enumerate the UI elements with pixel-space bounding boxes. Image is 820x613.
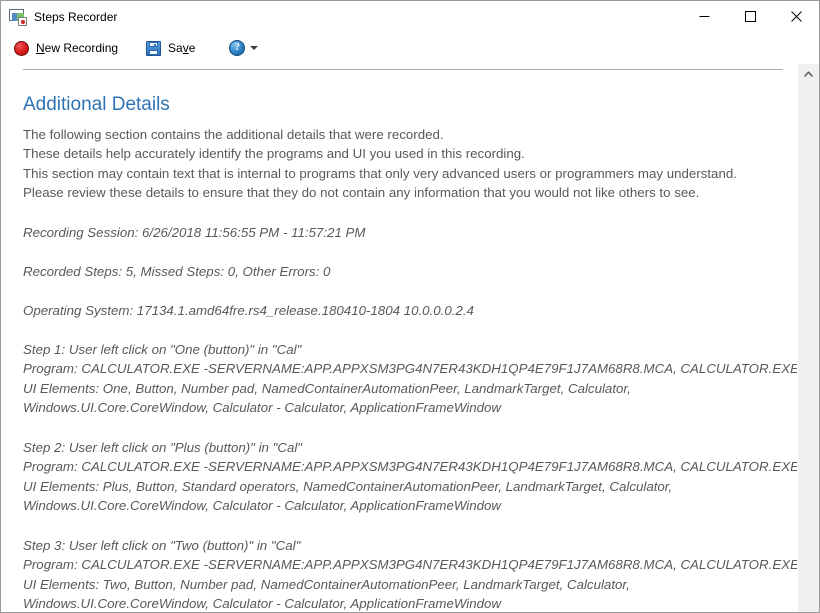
- recorded-steps-line: Recorded Steps: 5, Missed Steps: 0, Othe…: [23, 263, 331, 279]
- new-recording-label-rest: ew Recording: [44, 41, 119, 55]
- close-button[interactable]: [773, 1, 819, 31]
- step-program: Program: CALCULATOR.EXE -SERVERNAME:APP.…: [23, 459, 797, 475]
- intro-line-2: These details help accurately identify t…: [23, 146, 525, 162]
- step-ui-elements-line-1: UI Elements: Two, Button, Number pad, Na…: [23, 576, 630, 592]
- minimize-icon: [699, 15, 709, 17]
- intro-line-4: Please review these details to ensure th…: [23, 185, 700, 201]
- minimize-button[interactable]: [681, 1, 727, 31]
- step-header: Step 2: User left click on "Plus (button…: [23, 439, 303, 455]
- content-area: Additional Details The following section…: [1, 64, 819, 612]
- operating-system-line: Operating System: 17134.1.amd64fre.rs4_r…: [23, 302, 474, 318]
- save-label-after: e: [188, 41, 196, 55]
- close-icon: [790, 10, 802, 22]
- steps-recorder-window: Steps Recorder New Recording Save ? Addi…: [0, 0, 820, 613]
- page-title: Additional Details: [23, 94, 170, 115]
- toolbar: New Recording Save ?: [1, 32, 819, 64]
- save-button[interactable]: Save: [139, 36, 202, 60]
- floppy-disk-icon: [146, 40, 162, 56]
- step-ui-elements-line-1: UI Elements: One, Button, Number pad, Na…: [23, 380, 631, 396]
- save-label-before: Sa: [168, 41, 183, 55]
- maximize-button[interactable]: [727, 1, 773, 31]
- maximize-icon: [744, 10, 756, 22]
- recording-session-line: Recording Session: 6/26/2018 11:56:55 PM…: [23, 224, 366, 240]
- floppy-shutter-slot: [154, 43, 157, 47]
- title-bar-left: Steps Recorder: [1, 8, 118, 26]
- step-ui-elements-line-2: Windows.UI.Core.CoreWindow, Calculator -…: [23, 498, 502, 514]
- floppy-label: [149, 49, 159, 55]
- help-button[interactable]: ?: [222, 36, 246, 60]
- help-icon: ?: [229, 40, 246, 56]
- step-header: Step 3: User left click on "Two (button)…: [23, 537, 301, 553]
- step-program: Program: CALCULATOR.EXE -SERVERNAME:APP.…: [23, 557, 797, 573]
- step-program: Program: CALCULATOR.EXE -SERVERNAME:APP.…: [23, 361, 797, 377]
- window-title: Steps Recorder: [34, 9, 118, 24]
- window-controls: [681, 1, 819, 31]
- vertical-scrollbar[interactable]: [797, 64, 819, 612]
- step-block: Step 3: User left click on "Two (button)…: [23, 536, 797, 612]
- step-block: Step 1: User left click on "One (button)…: [23, 340, 797, 418]
- step-ui-elements-line-2: Windows.UI.Core.CoreWindow, Calculator -…: [23, 400, 502, 416]
- new-recording-accesskey: N: [36, 41, 45, 55]
- chevron-up-icon: [804, 71, 813, 77]
- step-ui-elements-line-1: UI Elements: Plus, Button, Standard oper…: [23, 478, 673, 494]
- title-bar: Steps Recorder: [1, 1, 819, 32]
- record-dot-badge: [18, 17, 27, 26]
- screen-left: [11, 12, 17, 21]
- step-block: Step 2: User left click on "Plus (button…: [23, 438, 797, 516]
- chevron-down-icon: [250, 46, 259, 50]
- scrollbar-track[interactable]: [798, 84, 819, 593]
- record-icon: [14, 40, 29, 56]
- intro-line-1: The following section contains the addit…: [23, 126, 444, 142]
- new-recording-label: New Recording: [36, 42, 118, 54]
- scroll-up-button[interactable]: [798, 64, 819, 84]
- steps-recorder-icon: [9, 8, 27, 26]
- step-header: Step 1: User left click on "One (button)…: [23, 341, 302, 357]
- document-body: Additional Details The following section…: [1, 93, 797, 612]
- floppy-shutter: [149, 41, 159, 47]
- save-label: Save: [168, 42, 195, 54]
- toolbar-divider: [23, 69, 783, 70]
- record-dot: [20, 19, 25, 24]
- details-pane: Additional Details The following section…: [1, 64, 797, 612]
- intro-line-3: This section may contain text that is in…: [23, 165, 737, 181]
- new-recording-button[interactable]: New Recording: [7, 36, 125, 60]
- step-ui-elements-line-2: Windows.UI.Core.CoreWindow, Calculator -…: [23, 596, 502, 612]
- help-dropdown-button[interactable]: [245, 36, 263, 60]
